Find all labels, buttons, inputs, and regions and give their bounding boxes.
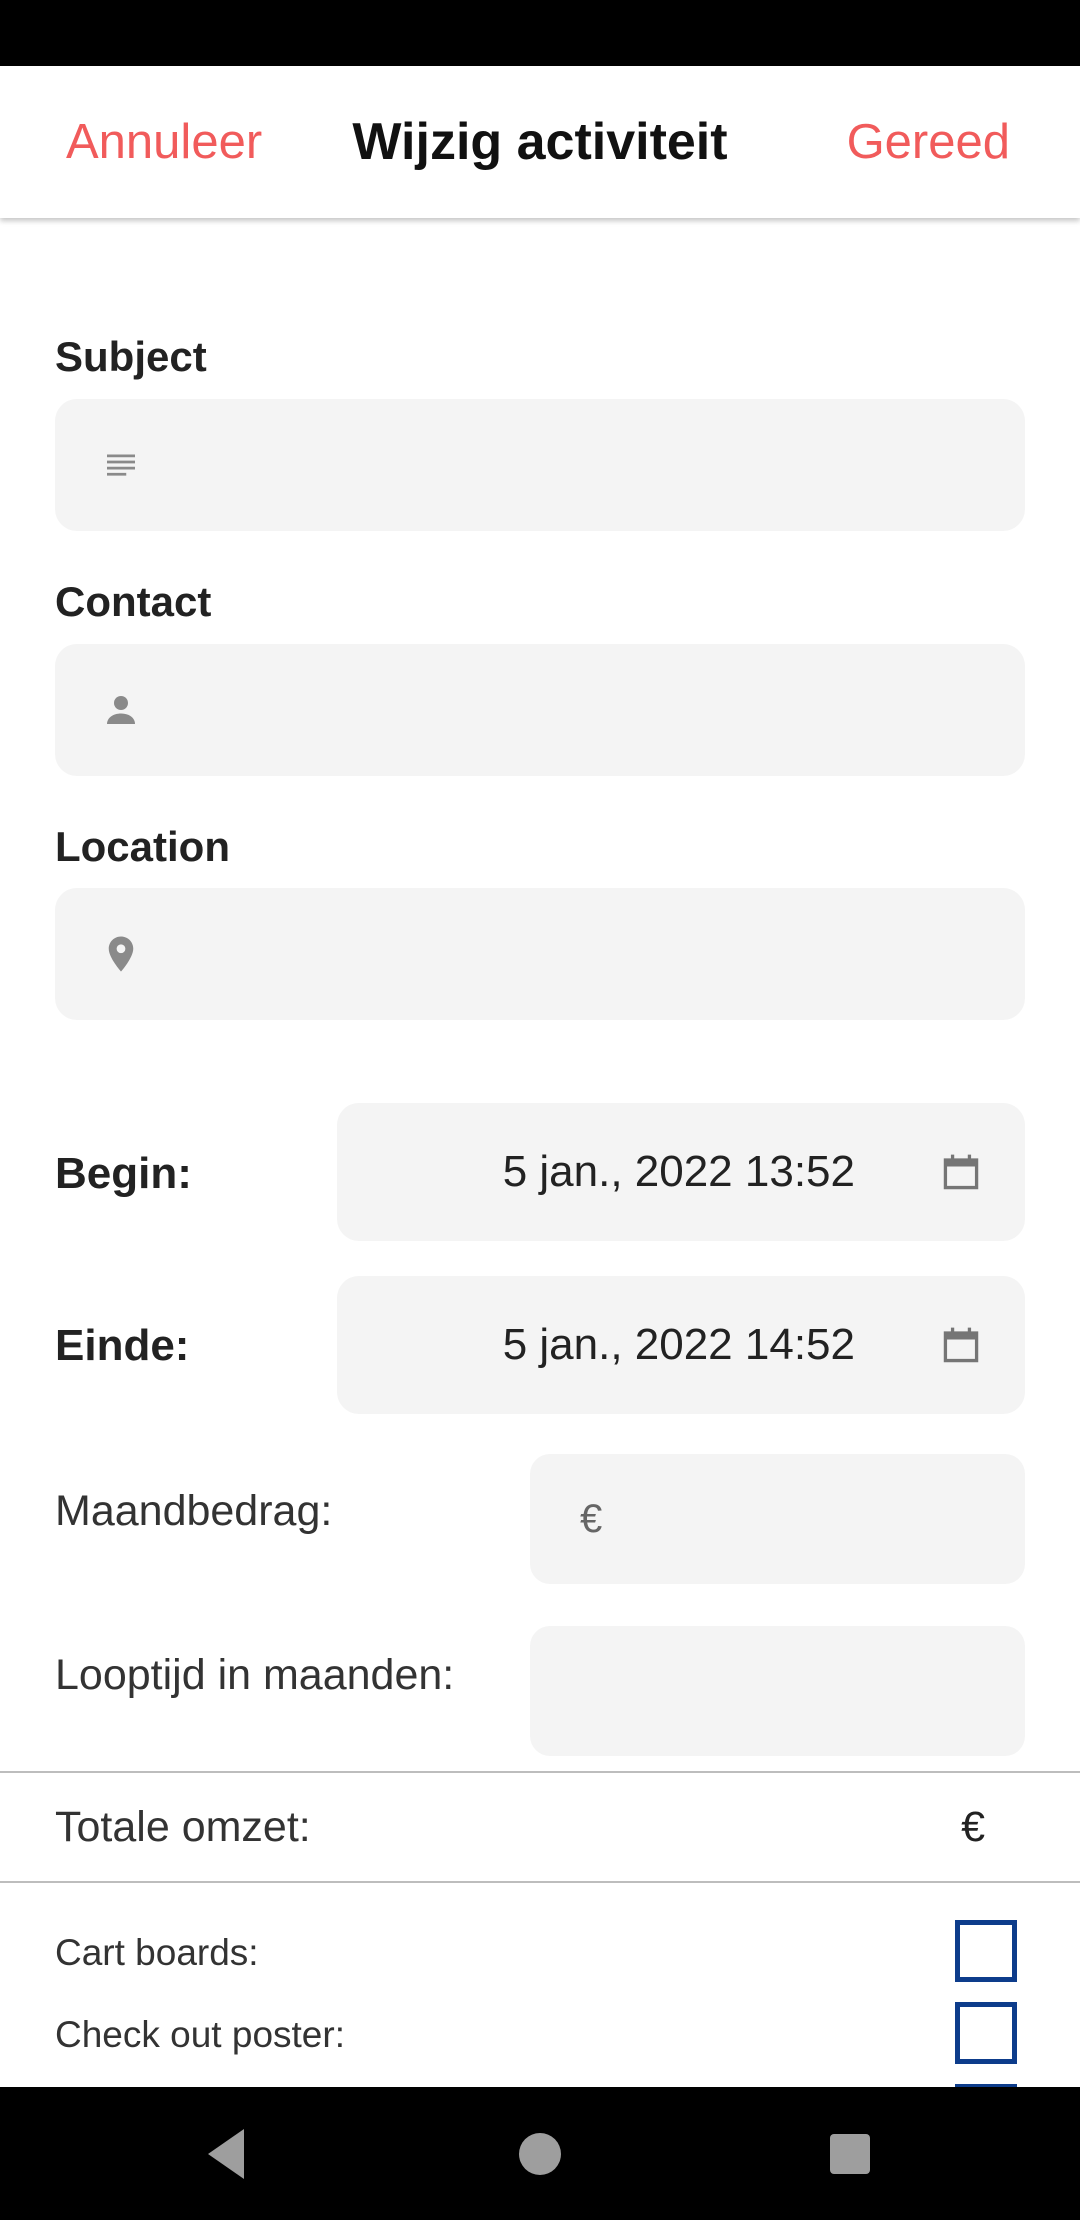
duration-label: Looptijd in maanden: <box>55 1651 455 1699</box>
euro-prefix: € <box>580 1497 603 1541</box>
monthly-amount-field[interactable]: € <box>530 1454 1025 1584</box>
end-datetime-value: 5 jan., 2022 14:52 <box>502 1320 855 1369</box>
duration-input[interactable] <box>570 1626 995 1756</box>
location-label: Location <box>55 823 230 870</box>
begin-datetime-picker[interactable]: 5 jan., 2022 13:52 <box>337 1103 1025 1241</box>
contact-input[interactable] <box>175 644 995 776</box>
begin-datetime-value: 5 jan., 2022 13:52 <box>502 1147 855 1196</box>
total-revenue-label: Totale omzet: <box>55 1803 311 1851</box>
back-icon[interactable] <box>166 2087 286 2220</box>
subject-input[interactable] <box>175 399 995 531</box>
recents-icon[interactable] <box>790 2087 910 2220</box>
notes-icon <box>107 454 135 476</box>
app-header: Annuleer Wijzig activiteit Gereed <box>0 66 1080 218</box>
done-button[interactable]: Gereed <box>847 66 1010 218</box>
begin-label: Begin: <box>55 1149 192 1198</box>
end-datetime-picker[interactable]: 5 jan., 2022 14:52 <box>337 1276 1025 1414</box>
person-icon <box>107 696 135 724</box>
monthly-amount-label: Maandbedrag: <box>55 1487 333 1535</box>
location-input[interactable] <box>175 888 995 1020</box>
divider <box>0 1771 1080 1773</box>
calendar-icon[interactable] <box>939 1150 983 1194</box>
monthly-amount-input[interactable] <box>640 1454 995 1584</box>
contact-label: Contact <box>55 578 212 625</box>
check-out-poster-checkbox[interactable] <box>955 2002 1017 2064</box>
location-field[interactable] <box>55 888 1025 1020</box>
end-label: Einde: <box>55 1321 190 1370</box>
location-pin-icon <box>108 936 134 972</box>
cart-boards-label: Cart boards: <box>55 1932 259 1973</box>
cart-boards-checkbox[interactable] <box>955 1920 1017 1982</box>
divider <box>0 1881 1080 1883</box>
subject-label: Subject <box>55 333 207 380</box>
contact-field[interactable] <box>55 644 1025 776</box>
duration-field[interactable] <box>530 1626 1025 1756</box>
subject-field[interactable] <box>55 399 1025 531</box>
status-bar <box>0 0 1080 66</box>
calendar-icon[interactable] <box>939 1323 983 1367</box>
total-revenue-value: € <box>961 1803 985 1851</box>
check-out-poster-label: Check out poster: <box>55 2014 345 2055</box>
navigation-bar <box>0 2087 1080 2220</box>
home-icon[interactable] <box>480 2087 600 2220</box>
